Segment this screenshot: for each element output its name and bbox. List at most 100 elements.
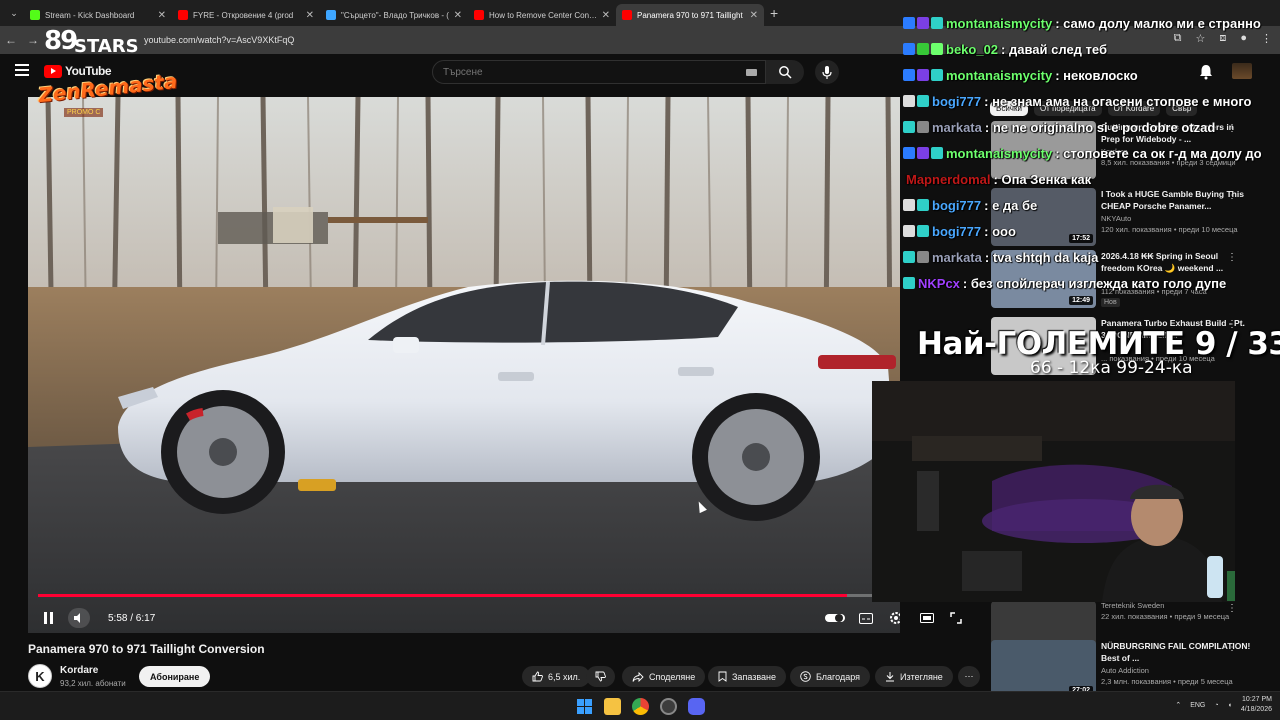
forward-icon[interactable]: → (22, 33, 44, 47)
chat-badges (903, 95, 929, 107)
clock-date: 4/18/2026 (1240, 706, 1272, 713)
channel-name[interactable]: Kordare (60, 665, 98, 676)
tab-search-chevron-icon[interactable]: ⌄ (4, 3, 24, 23)
chat-message: montanaismycity: нековлоско (903, 62, 1280, 88)
chat-message: bogi777: ооо (903, 218, 1280, 244)
progress-bar-fill (38, 594, 847, 597)
chat-text: : давай след теб (1001, 41, 1107, 57)
tab-favicon-icon (178, 10, 188, 20)
browser-tab[interactable]: "Сърцето"- Владо Тричков - ( ✕ (320, 4, 468, 26)
like-button[interactable]: 6,5 хил. (522, 666, 591, 687)
tab-title: FYRE - Откровение 4 (prod (193, 10, 294, 20)
recommendation-thumbnail[interactable]: 27:02 (991, 640, 1096, 698)
progress-bar[interactable] (38, 594, 890, 597)
discord-icon[interactable] (688, 698, 705, 715)
subtitles-button[interactable] (856, 608, 876, 628)
wifi-icon[interactable]: ◔ (1214, 702, 1218, 709)
hamburger-menu-icon[interactable] (15, 64, 29, 78)
chat-text: : tva shtqh da kaja (984, 249, 1099, 265)
clock[interactable]: 10:27 PM 4/18/2026 (1241, 695, 1272, 715)
chat-username[interactable]: Mapnerdomal (906, 172, 991, 187)
chat-username[interactable]: bogi777 (932, 198, 981, 213)
chat-message: markata: tva shtqh da kaja (903, 244, 1280, 270)
new-tab-button[interactable]: + (770, 5, 778, 21)
thanks-button[interactable]: Благодаря (790, 666, 870, 687)
chat-username[interactable]: montanaismycity (946, 146, 1052, 161)
chat-badges (903, 277, 915, 289)
chat-badge-icon (917, 199, 929, 211)
channel-avatar[interactable]: K (28, 664, 52, 688)
more-actions-button[interactable]: ⋯ (958, 666, 980, 687)
pause-button[interactable] (38, 608, 58, 628)
chat-username[interactable]: beko_02 (946, 42, 998, 57)
recommendation-item[interactable]: 27:02NÜRBURGRING FAIL COMPILATION! Best … (990, 640, 1275, 698)
chat-badges (903, 121, 929, 133)
file-explorer-icon[interactable] (604, 698, 621, 715)
tab-close-icon[interactable]: ✕ (158, 10, 166, 21)
stars-logo-overlay: 89 STARS (44, 26, 139, 57)
video-player[interactable]: 5:58 / 6:17 (28, 97, 900, 633)
windows-start-icon[interactable] (576, 698, 593, 715)
chat-username[interactable]: bogi777 (932, 224, 981, 239)
chat-badge-icon (903, 43, 915, 55)
chat-badges (903, 17, 943, 29)
subscribe-button[interactable]: Абониране (139, 666, 211, 687)
bookmark-icon (718, 671, 727, 682)
speaker-icon[interactable]: ◖ (1228, 702, 1232, 709)
player-controls: 5:58 / 6:17 (28, 602, 900, 633)
share-label: Споделяне (649, 671, 696, 682)
chat-username[interactable]: bogi777 (932, 94, 981, 109)
url-field[interactable]: youtube.com/watch?v=AscV9XKtFqQ (144, 35, 294, 45)
chat-username[interactable]: markata (932, 120, 982, 135)
browser-tab[interactable]: Panamera 970 to 971 Taillight ✕ (616, 4, 764, 26)
tab-title: "Сърцето"- Владо Тричков - ( (341, 10, 449, 20)
more-options-icon[interactable]: ⋮ (1227, 642, 1237, 653)
chat-username[interactable]: markata (932, 250, 982, 265)
tab-close-icon[interactable]: ✕ (454, 10, 462, 21)
tab-close-icon[interactable]: ✕ (750, 10, 758, 21)
chat-username[interactable]: montanaismycity (946, 68, 1052, 83)
tab-close-icon[interactable]: ✕ (306, 10, 314, 21)
more-options-icon[interactable]: ⋮ (1227, 603, 1237, 614)
chat-badge-icon (903, 69, 915, 81)
browser-tab[interactable]: FYRE - Откровение 4 (prod ✕ (172, 4, 320, 26)
download-button[interactable]: Изтегляне (875, 666, 953, 687)
search-button[interactable] (766, 60, 804, 84)
chat-username[interactable]: NKPcx (918, 276, 960, 291)
fullscreen-button[interactable] (946, 608, 966, 628)
recommendation-channel[interactable]: Tereteknik Sweden (1101, 601, 1164, 610)
voice-search-button[interactable] (815, 60, 839, 84)
tab-title: Panamera 970 to 971 Taillight (637, 10, 743, 20)
dislike-button[interactable] (586, 666, 615, 687)
system-tray: ⌃ ENG ◔ ◖ 10:27 PM 4/18/2026 (1175, 695, 1272, 715)
share-button[interactable]: Споделяне (622, 666, 706, 687)
chat-username[interactable]: montanaismycity (946, 16, 1052, 31)
keyboard-icon[interactable] (746, 69, 757, 76)
chat-badge-icon (917, 43, 929, 55)
chat-badges (903, 225, 929, 237)
settings-button[interactable] (886, 608, 900, 628)
back-icon[interactable]: ← (0, 33, 22, 47)
tray-chevron-icon[interactable]: ⌃ (1175, 701, 1181, 709)
search-input[interactable] (443, 66, 723, 78)
obs-icon[interactable] (660, 698, 677, 715)
tab-close-icon[interactable]: ✕ (602, 10, 610, 21)
chat-badge-icon (931, 43, 943, 55)
search-box[interactable] (432, 60, 766, 84)
chat-text: : е да бе (984, 197, 1038, 213)
save-button[interactable]: Запазване (708, 666, 787, 687)
language-indicator[interactable]: ENG (1190, 702, 1205, 709)
chat-text: : не знам ама на огасени стопове е много (984, 93, 1252, 109)
chat-message: bogi777: не знам ама на огасени стопове … (903, 88, 1280, 114)
microphone-icon (822, 65, 832, 79)
autoplay-toggle[interactable] (824, 608, 846, 628)
browser-tab[interactable]: How to Remove Center Console ✕ (468, 4, 616, 26)
volume-button[interactable] (68, 608, 90, 628)
chat-badge-icon (903, 251, 915, 263)
tab-title: Stream - Kick Dashboard (45, 10, 135, 20)
chrome-icon[interactable] (632, 698, 649, 715)
volume-icon (74, 613, 80, 623)
recommendation-channel[interactable]: Auto Addiction (1101, 666, 1149, 675)
theater-mode-button[interactable] (917, 608, 937, 628)
browser-tab[interactable]: Stream - Kick Dashboard ✕ (24, 4, 172, 26)
